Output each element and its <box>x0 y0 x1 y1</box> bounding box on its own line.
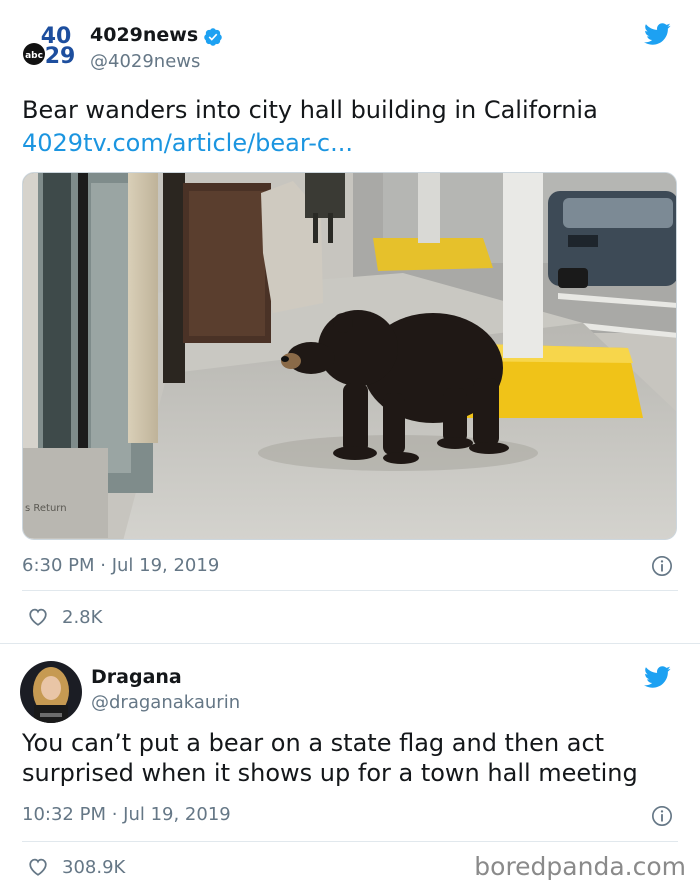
divider <box>22 841 678 842</box>
like-count: 308.9K <box>62 857 126 878</box>
like-count: 2.8K <box>62 607 103 628</box>
sign-text: s Return <box>25 503 67 514</box>
svg-text:abc: abc <box>25 51 43 61</box>
author-handle[interactable]: @draganakaurin <box>91 692 240 713</box>
tweet-timestamp[interactable]: 10:32 PM · Jul 19, 2019 <box>22 804 231 825</box>
tweet-4029news: 40 29 abc 4029news @4029news Bear wander… <box>0 0 700 643</box>
info-icon[interactable] <box>651 805 673 827</box>
tweet-text-line-2: surprised when it shows up for a town ha… <box>22 759 638 787</box>
avatar-dragana[interactable] <box>20 661 82 723</box>
heart-icon[interactable] <box>26 856 50 878</box>
author-name[interactable]: 4029news <box>90 24 198 46</box>
twitter-bird-icon[interactable] <box>640 20 674 48</box>
tweet-dragana: Dragana @draganakaurin You can’t put a b… <box>0 643 700 893</box>
info-icon[interactable] <box>651 555 673 577</box>
tweet-timestamp[interactable]: 6:30 PM · Jul 19, 2019 <box>22 555 219 576</box>
author-name[interactable]: Dragana <box>91 666 182 688</box>
svg-text:29: 29 <box>45 44 76 69</box>
twitter-bird-icon[interactable] <box>640 663 674 691</box>
tweet-text-line-1: You can’t put a bear on a state flag and… <box>22 729 605 757</box>
bear-photo[interactable]: s Return <box>22 172 677 540</box>
verified-badge-icon <box>204 28 222 46</box>
boredpanda-watermark: boredpanda.com <box>474 852 686 881</box>
tweet-text: Bear wanders into city hall building in … <box>22 96 598 124</box>
divider <box>22 590 678 591</box>
heart-icon[interactable] <box>26 606 50 628</box>
article-link[interactable]: 4029tv.com/article/bear-c... <box>22 127 353 160</box>
avatar-4029news[interactable]: 40 29 abc <box>20 18 82 80</box>
author-handle[interactable]: @4029news <box>90 51 200 72</box>
